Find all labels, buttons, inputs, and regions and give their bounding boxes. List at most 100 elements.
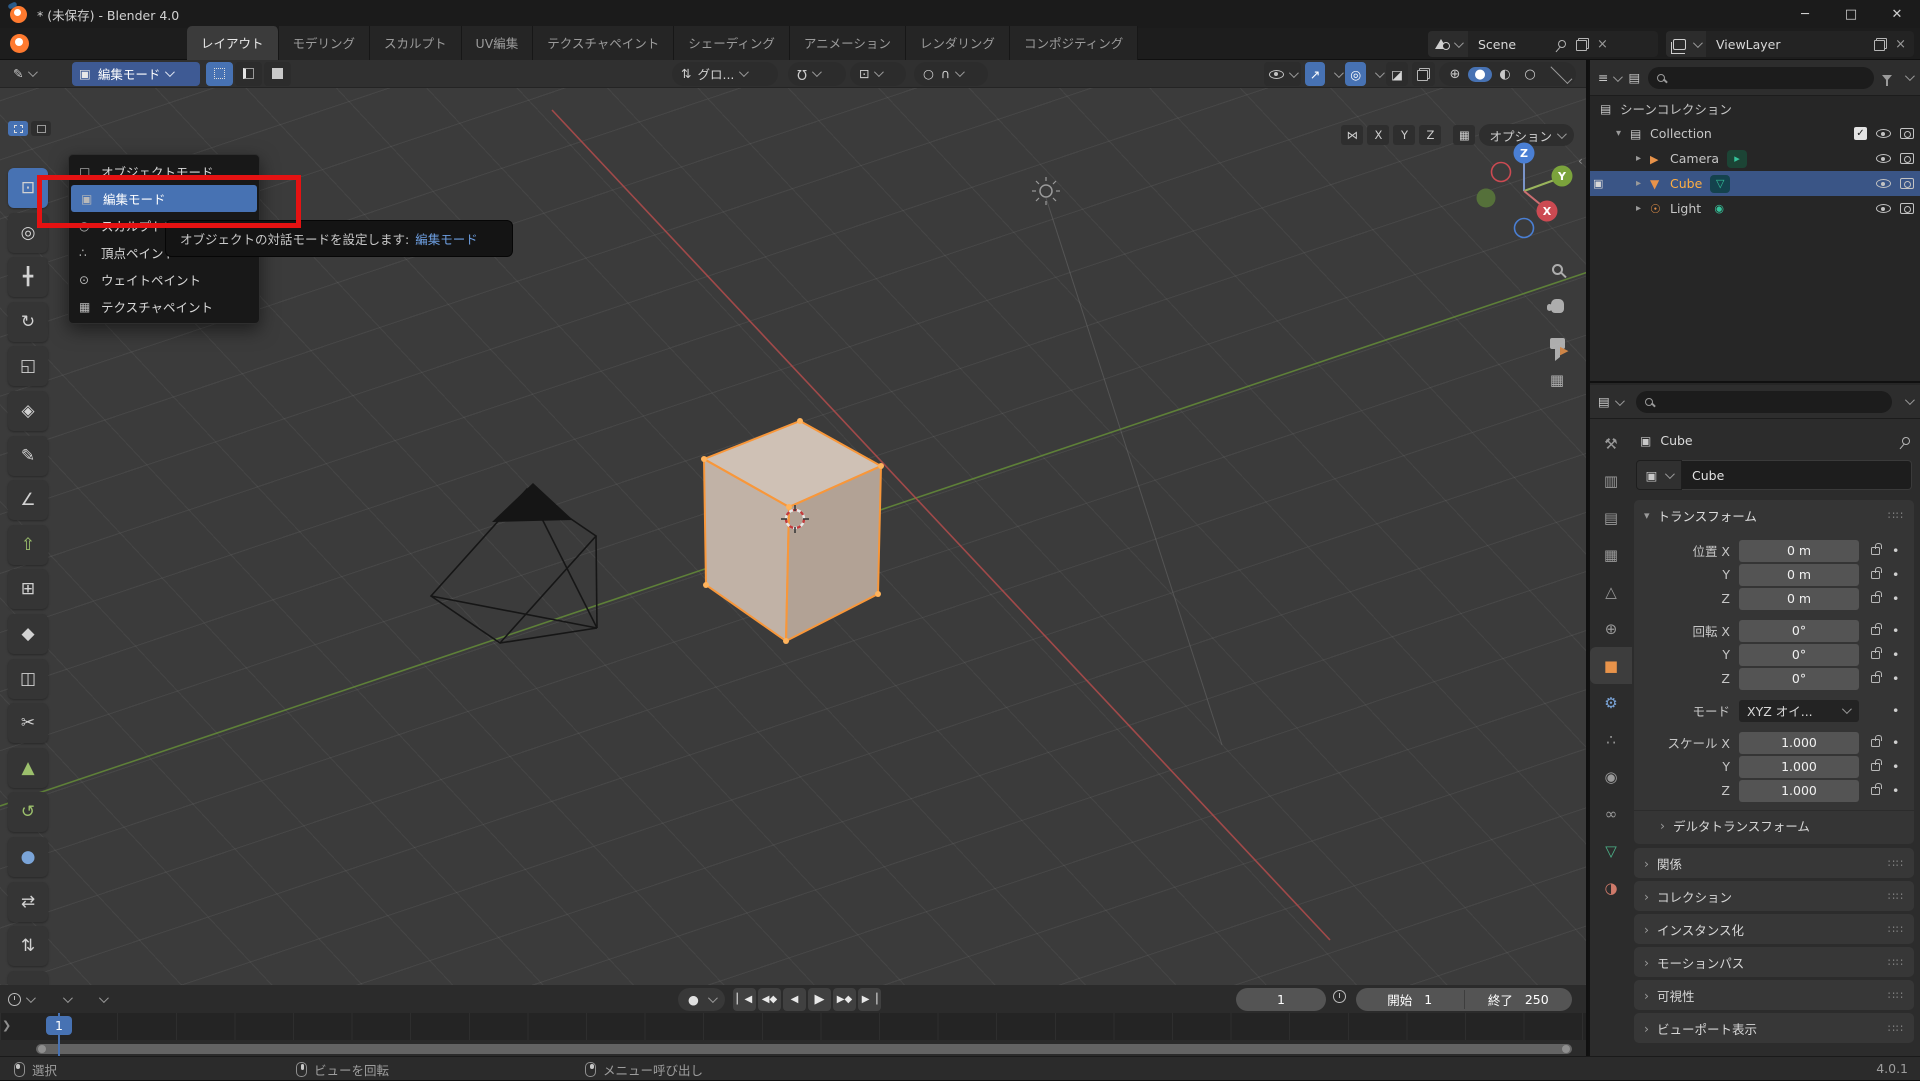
mode-menu-item[interactable]: ⊙ ウェイトペイント (69, 266, 259, 293)
menu-item[interactable] (141, 38, 167, 50)
proportional-edit-group[interactable]: ○ ∩ (914, 61, 988, 86)
id-type-button[interactable]: ▣ (1636, 460, 1682, 490)
frame-ruler[interactable]: 1 (0, 1013, 1586, 1040)
view-layer-selector[interactable]: ViewLayer × (1666, 31, 1914, 57)
pan-button[interactable] (1544, 293, 1570, 319)
maximize-button[interactable]: □ (1828, 0, 1874, 28)
wireframe-shading-button[interactable]: ⊕ (1443, 67, 1467, 82)
collapsed-panel-header[interactable]: › ビューポート表示 ∷∷ (1634, 1013, 1914, 1043)
workspace-tab[interactable]: モデリング (278, 25, 371, 60)
menu-item[interactable] (89, 38, 115, 50)
animate-dot-icon[interactable]: • (1892, 623, 1899, 638)
disclosure-triangle-icon[interactable] (1636, 203, 1650, 214)
next-keyframe-button[interactable]: ▶◆ (833, 987, 856, 1011)
current-frame-field[interactable]: 1 (1236, 987, 1326, 1011)
workspace-tab[interactable]: レンダリング (905, 25, 1010, 60)
grip-icon[interactable]: ∷∷ (1888, 989, 1904, 1002)
scene-name[interactable]: Scene (1468, 37, 1558, 52)
start-frame-field[interactable]: 開始 1 (1356, 989, 1465, 1009)
collapsed-panel-header[interactable]: › モーションパス ∷∷ (1634, 947, 1914, 977)
camera-view-button[interactable] (1544, 330, 1570, 361)
tool-button[interactable] (8, 837, 48, 877)
lock-icon[interactable] (1871, 622, 1882, 635)
perspective-toggle-button[interactable]: ▦ (1544, 367, 1570, 393)
hide-eye-icon[interactable] (1876, 154, 1891, 163)
disclosure-triangle-icon[interactable] (1616, 128, 1630, 139)
disclosure-triangle-icon[interactable] (1636, 153, 1650, 164)
properties-tab[interactable] (1590, 721, 1632, 758)
snap-toggle[interactable]: Ω (788, 61, 846, 86)
tool-button[interactable] (8, 346, 48, 387)
timeline-menu-item[interactable] (45, 991, 81, 1008)
transform-panel-header[interactable]: ▾ トランスフォーム ∷∷ (1634, 500, 1914, 530)
value-field[interactable]: 1.000 (1739, 731, 1859, 754)
menu-item[interactable] (115, 38, 141, 50)
viewport-3d[interactable]: ✎ ▣ 編集モード ⇅ グロ... Ω ⊡ ○ ∩ ↗ ◎ ◪ ⊕ ● ◐ ○ … (0, 60, 1588, 985)
viewport-menu-item[interactable] (285, 68, 307, 80)
hide-eye-icon[interactable] (1876, 179, 1891, 188)
tool-button[interactable] (8, 658, 48, 699)
tool-button[interactable] (8, 435, 48, 476)
workspace-tab[interactable]: コンポジティング (1009, 25, 1139, 60)
properties-tab[interactable] (1590, 795, 1632, 832)
tool-button[interactable] (8, 301, 48, 342)
checkbox-icon[interactable] (1854, 127, 1867, 140)
tool-button[interactable] (8, 257, 48, 298)
mode-dropdown[interactable]: ▣ 編集モード (72, 61, 200, 86)
value-field[interactable]: 0° (1739, 667, 1859, 690)
grip-icon[interactable]: ∷∷ (1888, 890, 1904, 903)
viewport-menu-item[interactable] (439, 68, 461, 80)
vertex-select-button[interactable] (206, 61, 233, 86)
animate-dot-icon[interactable]: • (1892, 735, 1899, 750)
outliner-item-label[interactable]: シーンコレクション (1620, 99, 1732, 118)
tool-button[interactable] (8, 747, 48, 788)
disable-render-icon[interactable] (1900, 153, 1914, 164)
lock-icon[interactable] (1871, 782, 1882, 795)
snap-target-dropdown[interactable]: ⊡ (850, 61, 906, 86)
value-field[interactable]: 1.000 (1739, 779, 1859, 802)
viewport-menu-item[interactable] (329, 68, 351, 80)
properties-tab[interactable] (1590, 425, 1632, 462)
properties-tab[interactable] (1590, 462, 1632, 499)
outliner-row[interactable]: シーンコレクション (1590, 96, 1920, 121)
outliner-item-label[interactable]: Light (1670, 201, 1701, 216)
outliner-row[interactable]: Camera (1590, 146, 1920, 171)
workspace-tab[interactable]: シェーディング (674, 25, 790, 60)
solid-shading-button[interactable]: ● (1468, 66, 1492, 82)
render-pass-button[interactable] (1412, 62, 1435, 86)
tool-button[interactable] (8, 703, 48, 744)
tool-button[interactable] (8, 391, 48, 431)
properties-tab[interactable] (1590, 536, 1632, 573)
grip-icon[interactable]: ∷∷ (1888, 509, 1904, 522)
panel-collapse-arrow[interactable]: ‹ (1578, 154, 1583, 168)
editor-type-button[interactable] (8, 992, 36, 1006)
collapsed-panel-header[interactable]: › コレクション ∷∷ (1634, 881, 1914, 911)
object-name-field[interactable]: Cube (1682, 460, 1912, 490)
value-field[interactable]: XYZ オイ... (1739, 699, 1859, 722)
collapsed-panel-header[interactable]: › 可視性 ∷∷ (1634, 980, 1914, 1010)
value-field[interactable]: 1.000 (1739, 755, 1859, 778)
workspace-tab[interactable]: テクスチャペイント (533, 25, 675, 60)
timeline-menu-item[interactable] (117, 991, 139, 1008)
display-mode-icon[interactable]: ▤ (1628, 70, 1640, 85)
outliner-row[interactable]: Light (1590, 196, 1920, 221)
overlays-toggle[interactable]: ◎ (1345, 62, 1367, 86)
viewport-menu-item[interactable] (417, 68, 439, 80)
tool-button[interactable] (8, 970, 48, 985)
outliner-row[interactable]: Collection (1590, 121, 1920, 146)
tool-button[interactable] (8, 524, 48, 565)
disable-render-icon[interactable] (1900, 128, 1914, 139)
hide-eye-icon[interactable] (1876, 204, 1891, 213)
end-frame-field[interactable]: 終了 250 (1465, 990, 1573, 1009)
animate-dot-icon[interactable]: • (1892, 543, 1899, 558)
tool-button[interactable] (8, 881, 48, 922)
animate-dot-icon[interactable]: • (1892, 703, 1899, 718)
viewport-menu-item[interactable] (395, 68, 417, 80)
animate-dot-icon[interactable]: • (1892, 647, 1899, 662)
edge-select-button[interactable] (235, 61, 262, 86)
lock-icon[interactable] (1871, 542, 1882, 555)
menu-item[interactable] (63, 38, 89, 50)
gizmos-toggle[interactable]: ↗ (1304, 62, 1326, 86)
filter-icon[interactable] (1882, 74, 1892, 86)
xray-toggle[interactable]: ◪ (1386, 62, 1408, 86)
